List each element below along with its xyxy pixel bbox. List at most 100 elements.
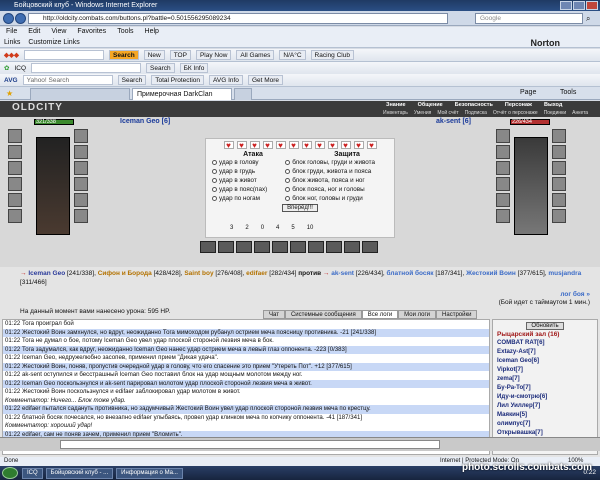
equipment-slot[interactable]	[496, 209, 510, 223]
room-player[interactable]: олимпус[7]	[493, 419, 597, 428]
customize-links[interactable]: Customize Links	[28, 37, 79, 47]
equipment-slot[interactable]	[8, 193, 22, 207]
tab-all-logs[interactable]: Все логи	[361, 310, 399, 319]
minimize-button[interactable]	[560, 1, 572, 10]
all-games-button[interactable]: All Games	[236, 50, 275, 60]
room-player[interactable]: Extazy-Ast[7]	[493, 347, 597, 356]
menu-edit[interactable]: Edit	[28, 27, 40, 37]
game-submenu-item[interactable]: Подписка	[462, 109, 490, 117]
tools-menu[interactable]: Tools	[560, 89, 576, 96]
top-button[interactable]: TOP	[169, 50, 191, 60]
team2-member[interactable]: Жестокий Воин	[466, 270, 516, 277]
toolbar-search-button[interactable]: Search	[109, 50, 139, 60]
equipment-slot[interactable]	[8, 209, 22, 223]
skill-icon[interactable]	[308, 241, 324, 253]
icq-label[interactable]: ICQ	[14, 65, 26, 72]
player2-name[interactable]: ak-sent [6]	[436, 118, 471, 125]
links-label[interactable]: Links	[4, 37, 20, 47]
room-player[interactable]: Лил Уиллер[7]	[493, 401, 597, 410]
equipment-slot[interactable]	[496, 145, 510, 159]
room-player[interactable]: Маякин[5]	[493, 410, 597, 419]
room-player[interactable]: Iceman Geo[6]	[493, 356, 597, 365]
favorites-star-icon[interactable]: ★	[6, 89, 13, 98]
game-menu-item[interactable]: Выход	[538, 101, 568, 109]
menu-view[interactable]: View	[51, 27, 66, 37]
team2-member[interactable]: ak-sent	[331, 270, 354, 277]
room-player[interactable]: zema[7]	[493, 374, 597, 383]
game-submenu-item[interactable]: Умения	[411, 109, 434, 117]
game-submenu-item[interactable]: Отчёт о персонаже	[490, 109, 541, 117]
go-button[interactable]: Вперёд!!!	[282, 204, 318, 212]
skill-icon[interactable]	[290, 241, 306, 253]
game-menu-item[interactable]: Знание	[380, 101, 412, 109]
taskbar-item[interactable]: Бойцовский клуб - ...	[45, 467, 114, 479]
total-protection-button[interactable]: Total Protection	[151, 75, 205, 85]
game-submenu-item[interactable]: Инвентарь	[380, 109, 411, 117]
tab-chat[interactable]: Чат	[263, 310, 285, 319]
equipment-slot[interactable]	[496, 193, 510, 207]
defense-option[interactable]: блок головы, груди и живота	[285, 158, 394, 167]
defense-option[interactable]: блок пояса, ног и головы	[285, 185, 394, 194]
battle-log-link[interactable]: лог боя »	[499, 291, 590, 299]
team2-member[interactable]: блатной босяк	[387, 270, 434, 277]
skill-icon[interactable]	[236, 241, 252, 253]
search-icon[interactable]: ⌕	[586, 14, 590, 24]
attack-option[interactable]: удар в грудь	[212, 167, 285, 176]
tab-my-logs[interactable]: Мои логи	[398, 310, 437, 319]
defense-option[interactable]: блок ног, головы и груди	[285, 194, 394, 203]
skill-icon[interactable]	[218, 241, 234, 253]
maximize-button[interactable]	[573, 1, 585, 10]
attack-option[interactable]: удар в живот	[212, 176, 285, 185]
player2-avatar[interactable]	[514, 137, 548, 235]
attack-option[interactable]: удар в голову	[212, 158, 285, 167]
avg-info-button[interactable]: AVG Info	[209, 75, 243, 85]
icq-search-field[interactable]	[31, 63, 142, 73]
racing-club-button[interactable]: Racing Club	[310, 50, 354, 60]
equipment-slot[interactable]	[552, 129, 566, 143]
skill-icon[interactable]	[344, 241, 360, 253]
attack-option[interactable]: удар в пояс(пах)	[212, 185, 285, 194]
new-button[interactable]: New	[143, 50, 165, 60]
start-button[interactable]	[2, 467, 18, 479]
tab-1[interactable]	[30, 88, 130, 100]
equipment-slot[interactable]	[552, 193, 566, 207]
forward-button[interactable]	[15, 13, 26, 24]
room-player[interactable]: COMBAT RAT[6]	[493, 338, 597, 347]
team1-member[interactable]: Сифон и Борода	[98, 270, 152, 277]
equipment-slot[interactable]	[496, 161, 510, 175]
tab-darkclan[interactable]: Примерочная DarkClan	[132, 88, 232, 100]
equipment-slot[interactable]	[552, 145, 566, 159]
equipment-slot[interactable]	[8, 161, 22, 175]
avg-search-button[interactable]: Search	[117, 75, 147, 85]
icq-search-button[interactable]: Search	[146, 63, 175, 73]
game-menu-item[interactable]: Общение	[412, 101, 449, 109]
yahoo-search-field[interactable]: Yahoo! Search	[22, 75, 113, 85]
chat-input[interactable]	[60, 440, 440, 449]
team1-member[interactable]: Saint boy	[184, 270, 213, 277]
equipment-slot[interactable]	[74, 193, 88, 207]
attack-option[interactable]: удар по ногам	[212, 194, 285, 203]
search-input[interactable]: Google	[475, 13, 583, 24]
menu-help[interactable]: Help	[145, 27, 159, 37]
equipment-slot[interactable]	[552, 209, 566, 223]
equipment-slot[interactable]	[8, 129, 22, 143]
toolbar-search-field[interactable]	[24, 50, 104, 60]
team1-member[interactable]: Iceman Geo	[28, 270, 65, 277]
equipment-slot[interactable]	[74, 161, 88, 175]
equipment-slot[interactable]	[74, 145, 88, 159]
equipment-slot[interactable]	[8, 177, 22, 191]
page-menu[interactable]: Page	[520, 89, 536, 96]
equipment-slot[interactable]	[496, 129, 510, 143]
game-menu-item[interactable]: Безопасность	[449, 101, 499, 109]
taskbar-item[interactable]: ICQ	[22, 467, 43, 479]
game-submenu-item[interactable]: Мой счёт	[434, 109, 461, 117]
equipment-slot[interactable]	[74, 209, 88, 223]
skill-icon[interactable]	[254, 241, 270, 253]
room-player[interactable]: Открывашка[7]	[493, 428, 597, 437]
team1-member[interactable]: edifaer	[246, 270, 267, 277]
skill-icon[interactable]	[272, 241, 288, 253]
menu-favorites[interactable]: Favorites	[77, 27, 106, 37]
game-submenu-item[interactable]: Поединки	[541, 109, 570, 117]
defense-option[interactable]: блок груди, живота и пояса	[285, 167, 394, 176]
skill-icon[interactable]	[326, 241, 342, 253]
